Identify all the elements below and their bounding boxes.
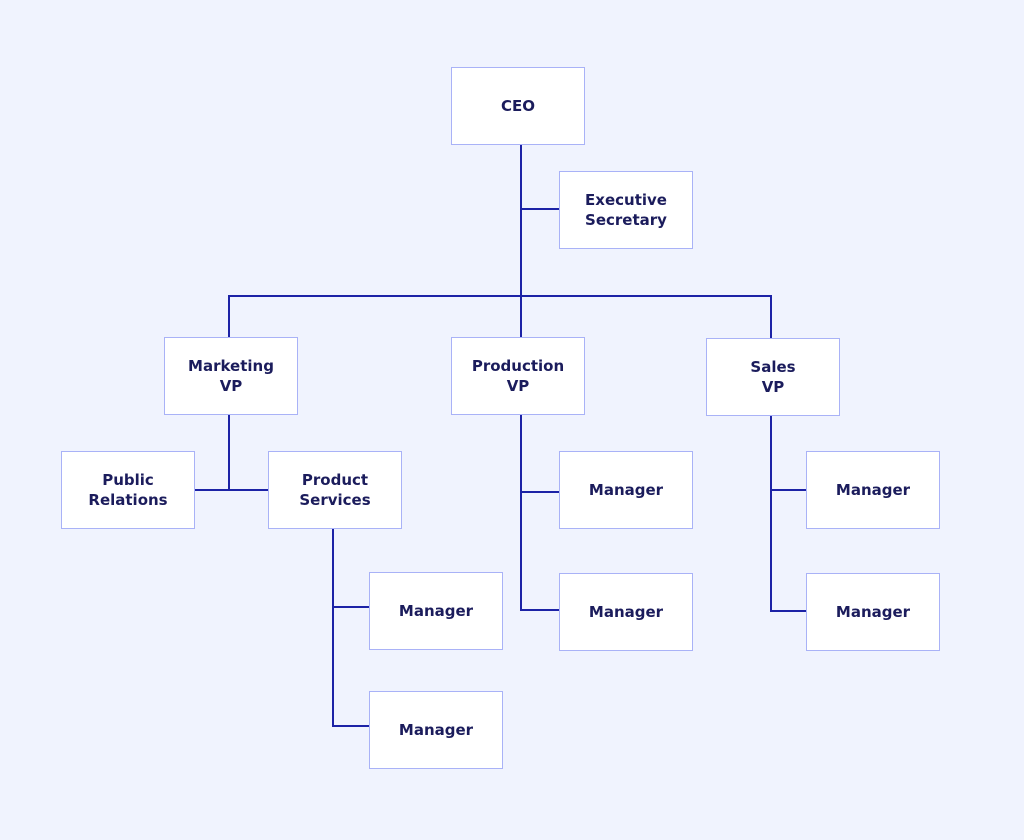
node-sales-vp: Sales VP [706,338,840,416]
node-public-relations: Public Relations [61,451,195,529]
node-product-services: Product Services [268,451,402,529]
node-marketing-vp: Marketing VP [164,337,298,415]
node-production-manager-2: Manager [559,573,693,651]
node-sales-manager-2: Manager [806,573,940,651]
node-product-services-manager-2: Manager [369,691,503,769]
node-ceo: CEO [451,67,585,145]
node-production-manager-1: Manager [559,451,693,529]
node-executive-secretary: Executive Secretary [559,171,693,249]
node-product-services-manager-1: Manager [369,572,503,650]
node-sales-manager-1: Manager [806,451,940,529]
node-production-vp: Production VP [451,337,585,415]
